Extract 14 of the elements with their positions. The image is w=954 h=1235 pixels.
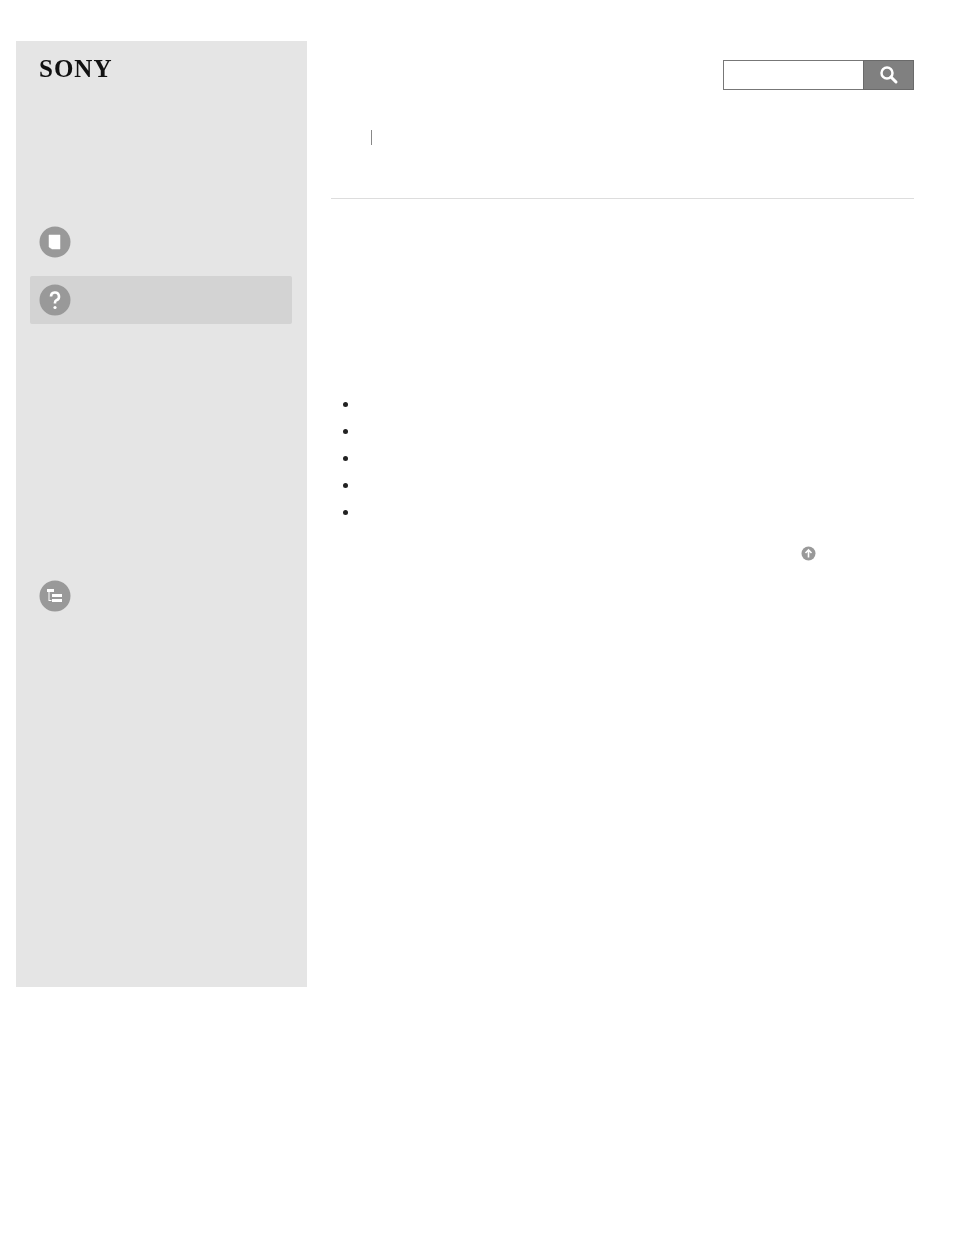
bullet-dot: [343, 429, 348, 434]
sitemap-icon[interactable]: [39, 580, 71, 612]
book-icon[interactable]: [39, 226, 71, 258]
sidebar-item[interactable]: [30, 276, 292, 324]
bullet-dot: [343, 483, 348, 488]
bullet-dot: [343, 510, 348, 515]
bullet-dot: [343, 456, 348, 461]
logo: SONY: [39, 55, 114, 83]
search-icon: [878, 65, 899, 85]
search-button[interactable]: [863, 60, 914, 90]
back-to-top-icon[interactable]: [801, 546, 816, 561]
bullet-dot: [343, 402, 348, 407]
question-mark-icon[interactable]: [39, 284, 71, 316]
search-field[interactable]: [723, 60, 863, 90]
